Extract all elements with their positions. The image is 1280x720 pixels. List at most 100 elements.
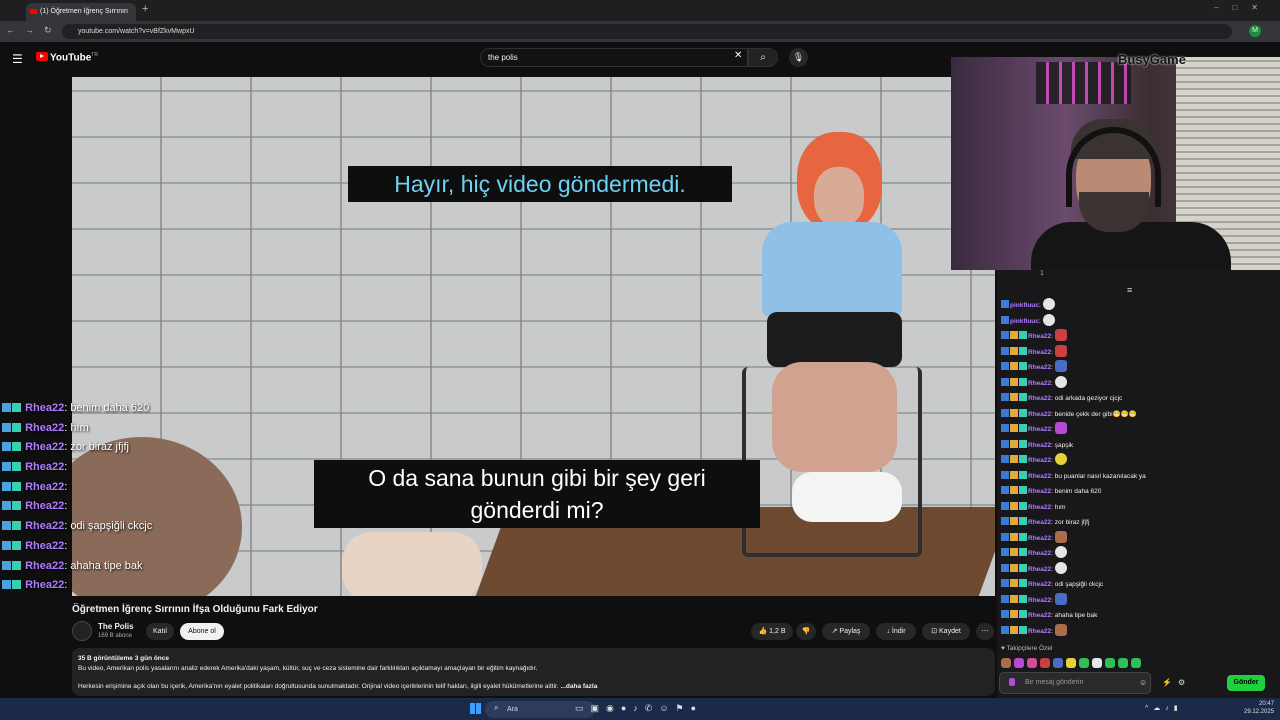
chat-username[interactable]: Rhea22 — [25, 402, 64, 414]
chat-badge-icon — [1001, 594, 1009, 603]
channel-avatar[interactable] — [72, 621, 92, 641]
chat-username[interactable]: Rhea22 — [1028, 566, 1051, 573]
chat-username[interactable]: Rhea22 — [1028, 380, 1051, 387]
chat-username[interactable]: Rhea22 — [1028, 550, 1051, 557]
crown-badge-icon — [1010, 455, 1018, 463]
emote-icon[interactable] — [1118, 658, 1128, 668]
chat-username[interactable]: Rhea22 — [25, 441, 64, 453]
subtitle-bottom-line-2: gönderdi mi? — [470, 497, 604, 523]
emote-icon[interactable] — [1105, 658, 1115, 668]
chat-username[interactable]: pinkfluuc — [1010, 302, 1039, 309]
chat-username[interactable]: Rhea22 — [25, 461, 64, 473]
followers-only-label: ♥ Takipçilere Özel — [1001, 645, 1053, 652]
more-actions-button[interactable]: ⋯ — [976, 623, 994, 640]
emote-icon[interactable] — [1066, 658, 1076, 668]
chat-username[interactable]: Rhea22 — [1028, 395, 1051, 402]
emote-icon[interactable] — [1040, 658, 1050, 668]
chat-username[interactable]: Rhea22 — [25, 579, 64, 591]
chat-badge-icon — [1001, 300, 1009, 308]
emote-icon[interactable] — [1092, 658, 1102, 668]
chat-username[interactable]: Rhea22 — [1028, 597, 1051, 604]
voice-search-button[interactable]: 🎙 — [789, 48, 808, 67]
chat-message-text: : odi şapşiğli ckcjc — [64, 520, 153, 533]
emote-icon[interactable] — [1014, 658, 1024, 668]
chat-tool-icons[interactable]: ⚡⚙ — [1162, 678, 1191, 687]
crown-badge-icon — [1010, 424, 1018, 432]
hamburger-menu-icon[interactable]: ☰ — [12, 52, 23, 66]
emote-icon[interactable] — [1131, 658, 1141, 668]
clear-search-icon[interactable]: ✕ — [734, 50, 742, 61]
chat-username[interactable]: Rhea22 — [1028, 473, 1051, 480]
windows-start-icon[interactable] — [470, 703, 481, 714]
chat-username[interactable]: Rhea22 — [25, 481, 64, 493]
dislike-button[interactable]: 👎 — [796, 623, 816, 640]
emote-icon[interactable] — [1001, 658, 1011, 668]
chat-username[interactable]: Rhea22 — [1028, 488, 1051, 495]
chat-username[interactable]: pinkfluuc — [1010, 318, 1039, 325]
subtitle-bottom-line-1: O da sana bunun gibi bir şey geri — [368, 465, 706, 491]
url-field[interactable]: youtube.com/watch?v=vBfZkvMwpxU — [62, 24, 1232, 39]
chat-username[interactable]: Rhea22 — [1028, 426, 1051, 433]
send-button[interactable]: Gönder — [1227, 675, 1265, 691]
chat-pin-icon[interactable]: ≡ — [1127, 285, 1132, 295]
chat-username[interactable]: Rhea22 — [1028, 364, 1051, 371]
chat-badge-icon — [12, 422, 21, 432]
new-tab-button[interactable]: + — [142, 3, 148, 15]
download-button[interactable]: ↓ İndir — [876, 623, 916, 640]
emote-icon[interactable] — [1027, 658, 1037, 668]
chat-username[interactable]: Rhea22 — [1028, 411, 1051, 418]
youtube-logo[interactable]: YouTubeTR — [36, 52, 98, 63]
subtitle-bottom: O da sana bunun gibi bir şey geri gönder… — [314, 460, 760, 528]
chat-username[interactable]: Rhea22 — [1028, 612, 1051, 619]
chat-username[interactable]: Rhea22 — [1028, 628, 1051, 635]
video-description[interactable]: 35 B görüntüleme 3 gün önce Bu video, Am… — [72, 648, 995, 696]
chat-username[interactable]: Rhea22 — [25, 422, 64, 434]
taskbar-app-icons[interactable]: ▭▣◉●♪✆☺⚑● — [575, 703, 703, 714]
chat-username[interactable]: Rhea22 — [1028, 442, 1051, 449]
emote-picker-icon[interactable]: ☺ — [1139, 678, 1147, 687]
chat-badge-icon — [1001, 486, 1009, 494]
save-button[interactable]: ⊡ Kaydet — [922, 623, 970, 640]
system-tray-icons[interactable]: ^☁♪▮ — [1145, 704, 1183, 712]
chat-username[interactable]: Rhea22 — [25, 520, 64, 532]
search-input[interactable]: the polis — [480, 48, 748, 67]
taskbar-clock[interactable]: 20:47 29.12.2025 — [1244, 700, 1274, 716]
show-more-link[interactable]: ...daha fazla — [559, 683, 597, 690]
chat-username[interactable]: Rhea22 — [1028, 519, 1051, 526]
chat-username[interactable]: Rhea22 — [1028, 504, 1051, 511]
window-controls[interactable]: –□✕ — [1214, 3, 1272, 12]
chat-username[interactable]: Rhea22 — [25, 500, 64, 512]
bookmark-icon: ⊡ — [931, 628, 938, 635]
crown-badge-icon — [1010, 346, 1018, 355]
browser-nav-buttons[interactable]: ←→↻ — [6, 25, 62, 36]
join-button[interactable]: Katıl — [146, 623, 174, 640]
browser-profile-avatar[interactable]: M — [1249, 25, 1261, 37]
video-title: Öğretmen İğrenç Sırrının İfşa Olduğunu F… — [72, 604, 318, 615]
subscribe-button[interactable]: Abone ol — [180, 623, 224, 640]
emote-icon[interactable] — [1079, 658, 1089, 668]
chat-username[interactable]: Rhea22 — [1028, 581, 1051, 588]
subtitle-top: Hayır, hiç video göndermedi. — [348, 166, 732, 202]
chat-message-text: : — [64, 579, 68, 592]
chat-username[interactable]: Rhea22 — [1028, 457, 1051, 464]
chat-badge-icon — [1001, 331, 1009, 339]
chat-message-input[interactable]: Bir mesaj gönderin — [999, 672, 1151, 694]
chat-message-row: Rhea22: zor biraz jfjfj — [1001, 515, 1271, 531]
like-button[interactable]: 👍 1,2 B — [751, 623, 793, 640]
share-button[interactable]: ↗ Paylaş — [822, 623, 870, 640]
emote-bar[interactable] — [1001, 655, 1271, 669]
channel-name[interactable]: The Polis — [98, 622, 134, 631]
chat-input-badge-icon — [1009, 678, 1015, 686]
browser-tab[interactable]: (1) Öğretmen İğrenç Sırrının — [26, 3, 136, 21]
chat-message-text: : bu puanlar nasıl kazanılacak ya — [1051, 472, 1146, 480]
chat-username[interactable]: Rhea22 — [25, 560, 64, 572]
crown-badge-icon — [1010, 501, 1018, 510]
chat-badge-icon — [12, 462, 21, 472]
chat-username[interactable]: Rhea22 — [1028, 349, 1051, 356]
chat-username[interactable]: Rhea22 — [25, 540, 64, 552]
chat-username[interactable]: Rhea22 — [1028, 535, 1051, 542]
search-button[interactable]: ⌕ — [748, 48, 778, 67]
chat-username[interactable]: Rhea22 — [1028, 333, 1051, 340]
emote-icon[interactable] — [1053, 658, 1063, 668]
channel-subscriber-count: 169 B abone — [98, 633, 133, 639]
